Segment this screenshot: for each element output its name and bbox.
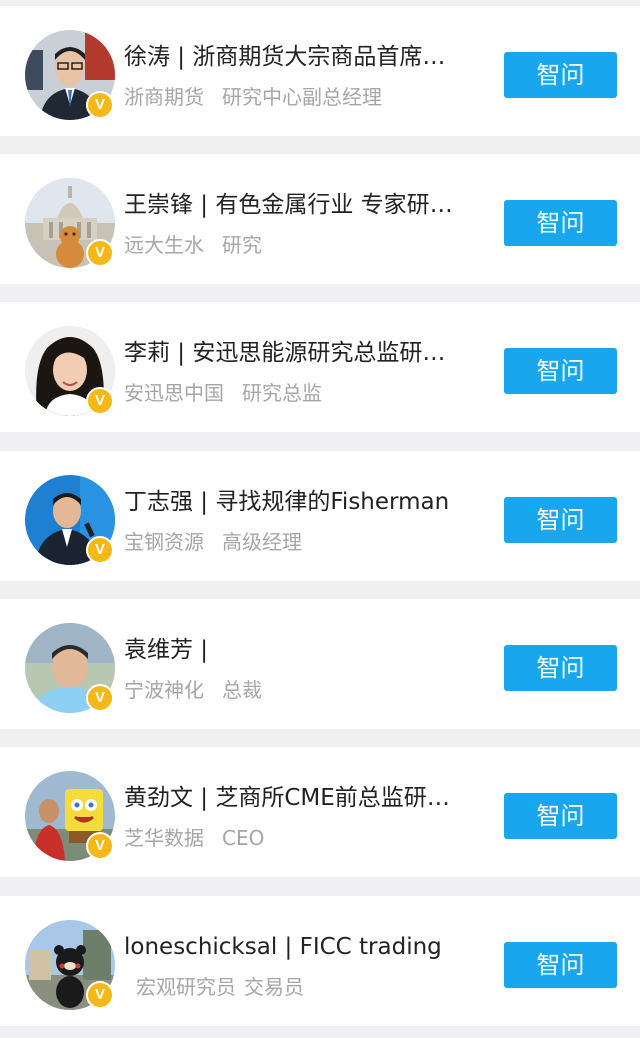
expert-card[interactable]: V 李莉 | 安迅思能源研究总监研究员 安迅思中国 研究总监 智问	[0, 302, 640, 432]
expert-org: 安迅思中国	[124, 381, 224, 405]
verified-badge: V	[86, 91, 114, 119]
expert-title: CEO	[222, 826, 265, 850]
expert-meta: 安迅思中国 研究总监	[124, 380, 322, 406]
expert-meta: 宁波神化 总裁	[124, 677, 262, 703]
verified-badge: V	[86, 239, 114, 267]
ask-button[interactable]: 智问	[504, 793, 617, 839]
expert-meta: 浙商期货 研究中心副总经理	[124, 84, 382, 110]
expert-org: 芝华数据	[124, 826, 204, 850]
avatar-container[interactable]: V	[25, 920, 115, 1010]
ask-button[interactable]: 智问	[504, 200, 617, 246]
expert-list: V 徐涛 | 浙商期货大宗商品首席研究员 浙商期货研究中心副总经理 智问	[0, 0, 640, 1038]
verified-badge: V	[86, 981, 114, 1009]
ask-button[interactable]: 智问	[504, 645, 617, 691]
expert-card[interactable]: V 丁志强 | 寻找规律的Fisherman 宝钢资源 高级经理 智问	[0, 451, 640, 581]
avatar-container[interactable]: V	[25, 30, 115, 120]
verified-badge: V	[86, 536, 114, 564]
avatar-container[interactable]: V	[25, 771, 115, 861]
verified-badge: V	[86, 684, 114, 712]
avatar-container[interactable]: V	[25, 326, 115, 416]
expert-meta: 芝华数据 CEO	[124, 825, 264, 851]
expert-card[interactable]: V loneschicksal | FICC trading 宏观研究员 交易员 …	[0, 896, 640, 1026]
ask-button[interactable]: 智问	[504, 348, 617, 394]
expert-card[interactable]: V 袁维芳 | 宁波神化 总裁 智问	[0, 599, 640, 729]
avatar-container[interactable]: V	[25, 178, 115, 268]
avatar-container[interactable]: V	[25, 623, 115, 713]
ask-button[interactable]: 智问	[504, 497, 617, 543]
expert-title: 总裁	[222, 678, 262, 702]
expert-card[interactable]: V 黄劲文 | 芝商所CME前总监研究员 芝华数据 CEO 智问	[0, 747, 640, 877]
expert-org: 远大生水	[124, 233, 204, 257]
expert-card[interactable]: V 王崇锋 | 有色金属行业 专家研究员 远大生水 研究 智问	[0, 154, 640, 284]
expert-title: 研究总监	[242, 381, 322, 405]
expert-org: 浙商期货	[124, 85, 204, 109]
expert-org: 宏观研究员	[136, 975, 236, 999]
expert-name: 袁维芳 |	[124, 637, 209, 663]
expert-title: 研究中心副总经理	[222, 85, 382, 109]
expert-org: 宁波神化	[124, 678, 204, 702]
ask-button[interactable]: 智问	[504, 52, 617, 98]
expert-name: loneschicksal | FICC trading	[124, 934, 442, 960]
ask-button[interactable]: 智问	[504, 942, 617, 988]
expert-title: 交易员	[244, 975, 304, 999]
expert-name: 王崇锋 | 有色金属行业 专家研究员	[124, 192, 454, 218]
verified-badge: V	[86, 387, 114, 415]
avatar-container[interactable]: V	[25, 475, 115, 565]
expert-name: 丁志强 | 寻找规律的Fisherman	[124, 489, 450, 515]
expert-meta: 宏观研究员 交易员	[136, 974, 304, 1000]
expert-name: 徐涛 | 浙商期货大宗商品首席研究员	[124, 44, 454, 70]
expert-org: 宝钢资源	[124, 530, 204, 554]
verified-badge: V	[86, 832, 114, 860]
expert-meta: 远大生水 研究	[124, 232, 262, 258]
expert-title: 高级经理	[222, 530, 302, 554]
expert-name: 黄劲文 | 芝商所CME前总监研究员	[124, 785, 454, 811]
expert-name: 李莉 | 安迅思能源研究总监研究员	[124, 340, 454, 366]
expert-title: 研究	[222, 233, 262, 257]
expert-meta: 宝钢资源 高级经理	[124, 529, 302, 555]
expert-card[interactable]: V 徐涛 | 浙商期货大宗商品首席研究员 浙商期货研究中心副总经理 智问	[0, 6, 640, 136]
